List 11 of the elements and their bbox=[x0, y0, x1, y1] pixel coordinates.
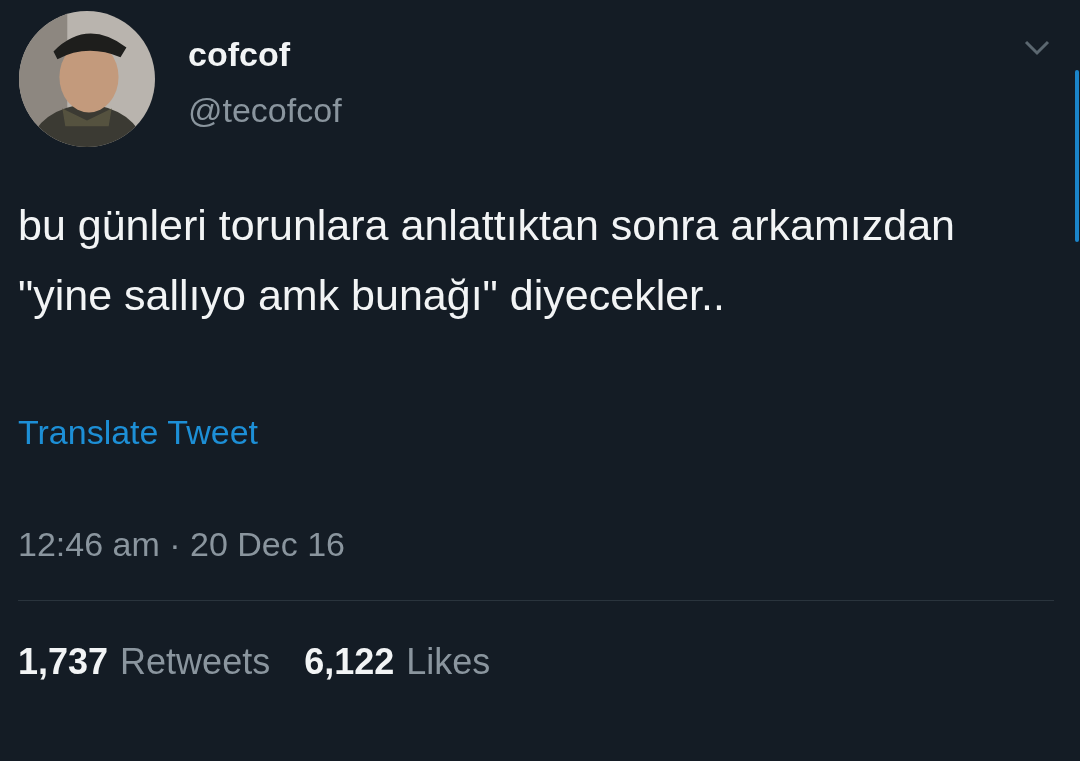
stat-label: Retweets bbox=[120, 641, 271, 683]
translate-link[interactable]: Translate Tweet bbox=[18, 412, 258, 452]
chevron-down-icon[interactable] bbox=[1024, 40, 1050, 56]
timestamp: 12:46 am · 20 Dec 16 bbox=[18, 524, 346, 564]
author-handle: @tecofcof bbox=[188, 90, 343, 130]
author-name: cofcof bbox=[188, 34, 291, 74]
stat-count: 1,737 bbox=[18, 641, 109, 683]
scrollbar[interactable] bbox=[1075, 70, 1079, 242]
stat-label: Likes bbox=[406, 641, 491, 683]
tweet-text: bu günleri torunlara anlattıktan sonra arkamızdan "yine sallıyo amk bunağı" diyecekler.. bbox=[18, 200, 956, 321]
stat-count: 6,122 bbox=[304, 641, 395, 683]
